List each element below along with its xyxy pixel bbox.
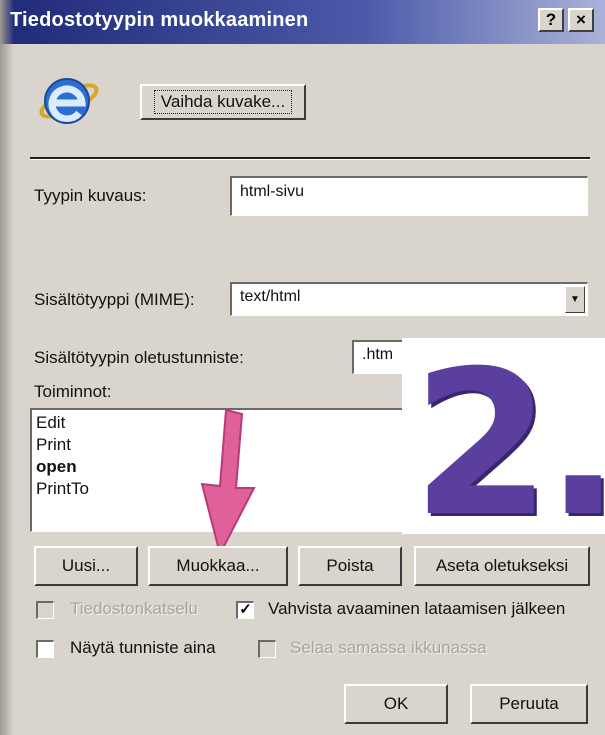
- new-action-button[interactable]: Uusi...: [34, 546, 138, 586]
- chevron-down-icon[interactable]: ▼: [565, 286, 585, 313]
- always-show-extension-label: Näytä tunniste aina: [70, 638, 216, 657]
- always-show-extension-checkbox[interactable]: [36, 640, 54, 658]
- mime-value: text/html: [240, 288, 301, 305]
- internet-explorer-icon: [39, 78, 99, 124]
- actions-label: Toiminnot:: [34, 382, 112, 401]
- ok-button[interactable]: OK: [344, 684, 448, 724]
- set-default-button[interactable]: Aseta oletukseksi: [414, 546, 590, 586]
- type-description-value: html-sivu: [240, 183, 305, 200]
- file-viewer-checkbox[interactable]: [36, 601, 54, 619]
- default-extension-label: Sisältötyypin oletustunniste:: [34, 348, 244, 367]
- change-icon-button[interactable]: Vaihda kuvake...: [140, 84, 306, 120]
- pointer-arrow-icon: [200, 408, 256, 557]
- browse-same-window-checkbox[interactable]: [258, 640, 276, 658]
- edit-file-type-dialog: Tiedostotyypin muokkaaminen ? × Vaihda k…: [0, 0, 605, 735]
- confirm-open-label: Vahvista avaaminen lataamisen jälkeen: [268, 599, 566, 618]
- remove-action-button[interactable]: Poista: [298, 546, 402, 586]
- file-viewer-label: Tiedostonkatselu: [70, 599, 198, 618]
- close-button[interactable]: ×: [568, 8, 594, 32]
- cancel-button[interactable]: Peruuta: [470, 684, 588, 724]
- browse-same-window-label: Selaa samassa ikkunassa: [290, 638, 487, 657]
- separator: [30, 157, 590, 160]
- title-bar: Tiedostotyypin muokkaaminen ? ×: [0, 0, 605, 44]
- confirm-open-checkbox[interactable]: ✓: [236, 601, 254, 619]
- change-icon-label: Vaihda kuvake...: [153, 90, 293, 114]
- type-description-input[interactable]: html-sivu: [230, 176, 588, 216]
- step-number-annotation: 2.: [412, 328, 605, 561]
- window-edge-shadow: [0, 0, 14, 735]
- type-description-label: Tyypin kuvaus:: [34, 186, 147, 205]
- mime-select[interactable]: text/html ▼: [230, 282, 588, 316]
- default-extension-value: .htm: [362, 346, 394, 363]
- mime-label: Sisältötyyppi (MIME):: [34, 290, 195, 309]
- help-button[interactable]: ?: [538, 8, 564, 32]
- edit-action-button[interactable]: Muokkaa...: [148, 546, 288, 586]
- window-title: Tiedostotyypin muokkaaminen: [10, 9, 309, 31]
